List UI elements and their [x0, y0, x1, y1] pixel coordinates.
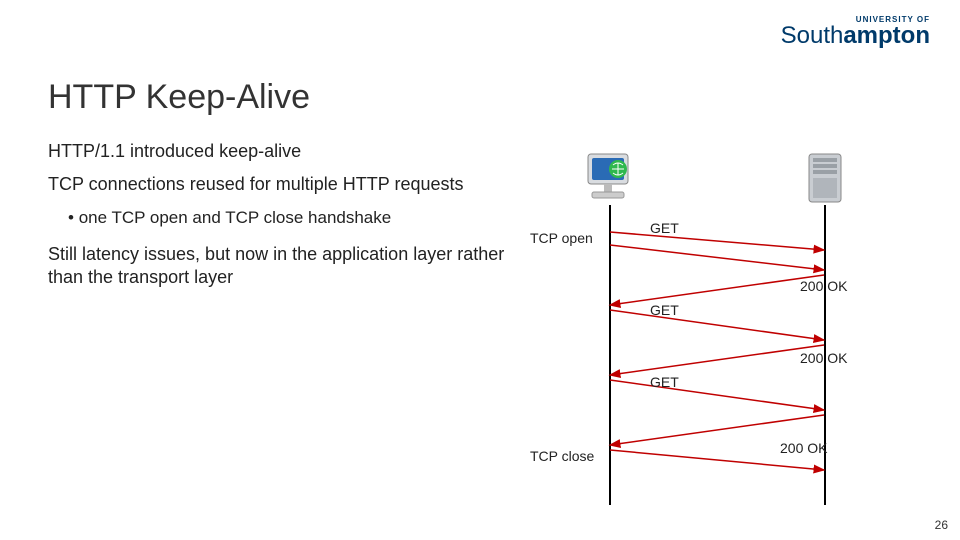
page-number: 26 [935, 518, 948, 532]
sequence-diagram: TCP open GET 200 OK GET 200 OK GET 200 O… [540, 150, 900, 510]
label-get-1: GET [650, 220, 679, 236]
label-tcp-close: TCP close [530, 448, 594, 464]
label-get-3: GET [650, 374, 679, 390]
paragraph-1: HTTP/1.1 introduced keep-alive [48, 140, 508, 163]
label-get-2: GET [650, 302, 679, 318]
paragraph-3: Still latency issues, but now in the app… [48, 243, 508, 290]
bullet-1: one TCP open and TCP close handshake [68, 207, 508, 229]
label-ok-1: 200 OK [800, 278, 847, 294]
university-logo: UNIVERSITY OF Southampton [781, 16, 930, 48]
slide-title: HTTP Keep-Alive [48, 78, 310, 117]
label-ok-3: 200 OK [780, 440, 827, 456]
logo-name: Southampton [781, 24, 930, 48]
slide-body: HTTP/1.1 introduced keep-alive TCP conne… [48, 140, 508, 300]
paragraph-2: TCP connections reused for multiple HTTP… [48, 173, 508, 196]
label-ok-2: 200 OK [800, 350, 847, 366]
label-tcp-open: TCP open [530, 230, 593, 246]
